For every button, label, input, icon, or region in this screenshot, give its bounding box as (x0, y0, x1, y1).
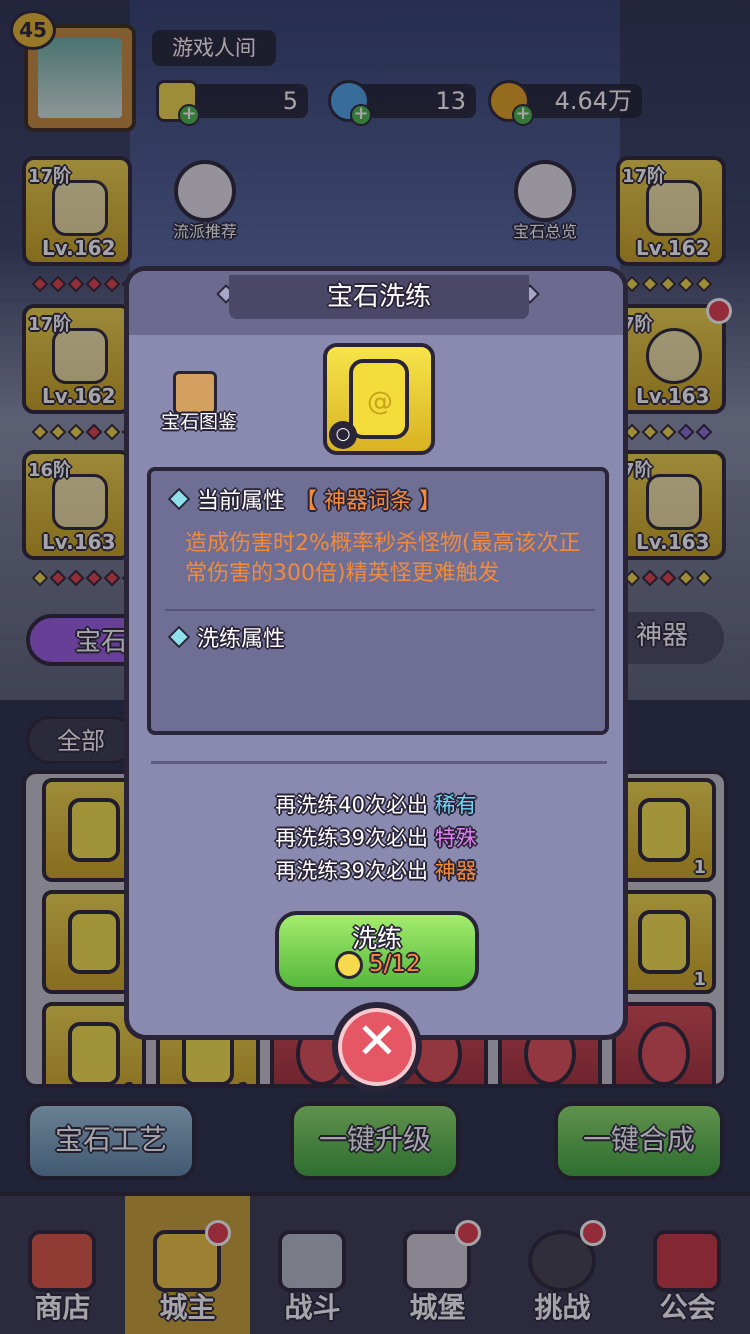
current-attr-tag: 【 神器词条 】 (295, 489, 441, 514)
refine-button[interactable]: 洗练 5/12 (275, 911, 479, 991)
rarity-label: 神器 (434, 859, 477, 883)
gem-refine-dialog: 宝石洗练 宝石图鉴 @ ○ 当前属性 【 神器词条 】 造成伤害时2%概率秒杀怪… (124, 266, 628, 1040)
rarity-label: 稀有 (434, 793, 477, 817)
gem-icon: @ (349, 359, 409, 439)
diamond-bullet-icon (167, 625, 191, 649)
refine-stone-icon (335, 951, 363, 979)
guarantee-artifact: 再洗练39次必出 神器 (129, 855, 623, 885)
guarantee-rare: 再洗练40次必出 稀有 (129, 789, 623, 819)
dialog-title: 宝石洗练 (229, 275, 529, 319)
refine-cost: 5/12 (369, 951, 421, 977)
refine-button-label: 洗练 (351, 924, 402, 953)
guarantee-text: 再洗练40次必出 (275, 793, 429, 817)
swirl-icon: @ (367, 387, 393, 417)
guarantee-special: 再洗练39次必出 特殊 (129, 822, 623, 852)
refine-attr-title: 洗练属性 (197, 627, 286, 652)
current-attr-description: 造成伤害时2%概率秒杀怪物(最高该次正常伤害的300倍)精英怪更难触发 (185, 531, 581, 586)
selected-gem: @ ○ (323, 343, 435, 455)
rarity-label: 特殊 (434, 826, 477, 850)
divider (165, 609, 595, 611)
attribute-panel: 当前属性 【 神器词条 】 造成伤害时2%概率秒杀怪物(最高该次正常伤害的300… (147, 467, 609, 735)
guarantee-text: 再洗练39次必出 (275, 826, 429, 850)
diamond-bullet-icon (167, 487, 191, 511)
gem-codex-label[interactable]: 宝石图鉴 (149, 407, 249, 434)
divider (151, 761, 607, 764)
close-button[interactable]: ✕ (332, 1002, 422, 1092)
close-icon: ✕ (356, 1012, 398, 1070)
current-attr-title: 当前属性 (197, 489, 286, 514)
guarantee-text: 再洗练39次必出 (275, 859, 429, 883)
ring-icon: ○ (329, 421, 357, 449)
